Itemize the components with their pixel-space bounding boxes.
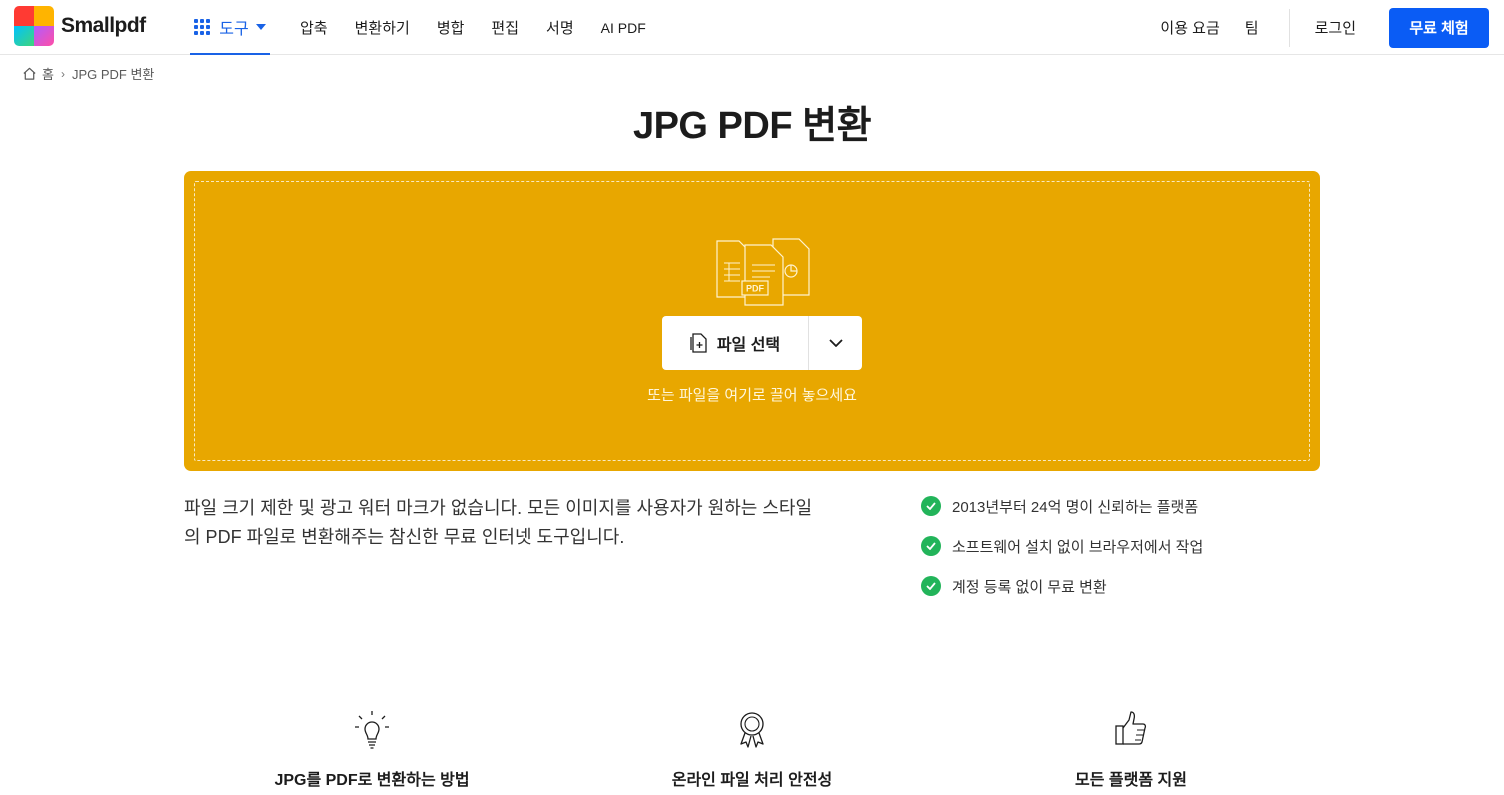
account-nav: 이용 요금 팀 로그인 무료 체험: [1160, 0, 1504, 55]
award-ribbon-icon: [740, 712, 764, 748]
nav-link-pricing[interactable]: 이용 요금: [1160, 17, 1219, 38]
feature-item: 2013년부터 24억 명이 신뢰하는 플랫폼: [921, 495, 1203, 517]
smallpdf-logo[interactable]: Smallpdf: [14, 6, 146, 46]
nav-link-edit[interactable]: 편집: [491, 17, 519, 38]
file-add-icon: [690, 333, 707, 353]
pdf-badge-label: PDF: [746, 284, 765, 294]
dropzone-dashed-border: PDF 파일 선택 또는 파일을 여기로 끌어 놓으세요: [194, 181, 1310, 461]
info-security[interactable]: 온라인 파일 처리 안전성: [602, 710, 902, 790]
nav-link-convert[interactable]: 변환하기: [355, 17, 410, 38]
login-link[interactable]: 로그인: [1315, 17, 1356, 38]
info-label: 온라인 파일 처리 안전성: [671, 772, 833, 789]
info-platforms[interactable]: 모든 플랫폼 지원: [981, 710, 1281, 790]
feature-item: 소프트웨어 설치 없이 브라우저에서 작업: [921, 535, 1203, 557]
nav-link-sign[interactable]: 서명: [546, 17, 574, 38]
nav-link-compress[interactable]: 압축: [300, 17, 328, 38]
home-icon[interactable]: [22, 66, 37, 81]
brand-name: Smallpdf: [61, 14, 146, 37]
feature-list: 2013년부터 24억 명이 신뢰하는 플랫폼 소프트웨어 설치 없이 브라우저…: [921, 495, 1203, 615]
nav-divider: [1288, 8, 1290, 47]
smallpdf-logo-icon: [14, 6, 54, 46]
files-illustration-icon: PDF: [716, 238, 810, 306]
info-label: 모든 플랫폼 지원: [1075, 772, 1187, 789]
drop-hint-text: 또는 파일을 여기로 끌어 놓으세요: [647, 387, 857, 404]
top-navbar: Smallpdf 도구 압축 변환하기 병합 편집 서명 AI PDF 이용 요…: [0, 0, 1504, 55]
nav-link-merge[interactable]: 병합: [437, 17, 465, 38]
nav-link-ai-pdf[interactable]: AI PDF: [601, 20, 646, 36]
info-how-to[interactable]: JPG를 PDF로 변환하는 방법: [222, 710, 522, 790]
lightbulb-icon: [355, 711, 389, 749]
check-circle-icon: [921, 496, 941, 516]
check-circle-icon: [921, 576, 941, 596]
file-select-button-group: 파일 선택: [662, 316, 862, 370]
tool-description: 파일 크기 제한 및 광고 워터 마크가 없습니다. 모든 이미지를 사용자가 …: [184, 498, 813, 547]
file-source-dropdown-button[interactable]: [809, 316, 862, 370]
check-circle-icon: [921, 536, 941, 556]
breadcrumb-home[interactable]: 홈: [42, 64, 54, 83]
info-label: JPG를 PDF로 변환하는 방법: [274, 772, 470, 789]
tools-menu-button[interactable]: 도구: [190, 0, 270, 55]
file-dropzone[interactable]: PDF 파일 선택 또는 파일을 여기로 끌어 놓으세요: [184, 171, 1320, 471]
breadcrumb: 홈 › JPG PDF 변환: [22, 64, 154, 83]
caret-down-icon: [255, 23, 266, 30]
feature-text: 2013년부터 24억 명이 신뢰하는 플랫폼: [952, 498, 1199, 516]
apps-grid-icon: [194, 18, 211, 35]
tools-menu-label: 도구: [219, 20, 249, 38]
chevron-down-icon: [828, 339, 843, 347]
feature-text: 계정 등록 없이 무료 변환: [952, 578, 1107, 596]
feature-text: 소프트웨어 설치 없이 브라우저에서 작업: [952, 538, 1204, 556]
nav-link-team[interactable]: 팀: [1245, 17, 1259, 38]
feature-item: 계정 등록 없이 무료 변환: [921, 575, 1203, 597]
breadcrumb-separator: ›: [60, 66, 65, 81]
breadcrumb-current: JPG PDF 변환: [71, 67, 155, 82]
choose-file-label: 파일 선택: [716, 337, 781, 354]
primary-nav: 압축 변환하기 병합 편집 서명 AI PDF: [300, 0, 673, 55]
choose-file-button[interactable]: 파일 선택: [662, 316, 808, 370]
page-title: JPG PDF 변환: [632, 105, 872, 147]
thumbs-up-icon: [1115, 711, 1147, 745]
free-trial-button[interactable]: 무료 체험: [1389, 7, 1489, 48]
